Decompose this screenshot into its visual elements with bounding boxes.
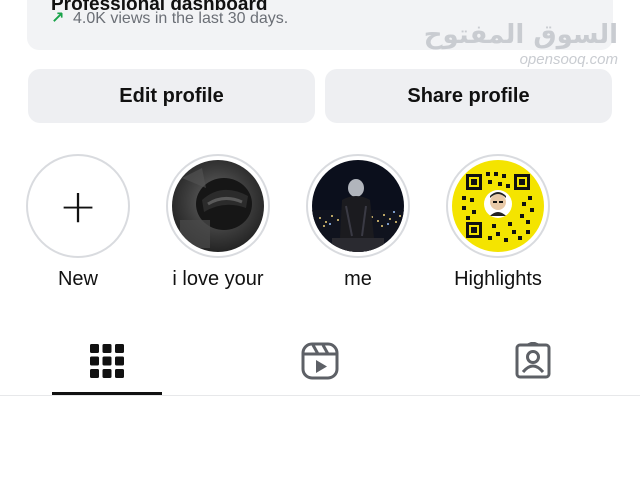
edit-profile-button[interactable]: Edit profile (28, 69, 315, 123)
highlight-ring[interactable] (306, 154, 410, 258)
highlight-label: Highlights (454, 268, 542, 290)
watermark-arabic: السوق المفتوح (423, 20, 618, 50)
share-profile-button[interactable]: Share profile (325, 69, 612, 123)
highlight-ring[interactable]: + (26, 154, 130, 258)
trend-up-icon: ↗ (51, 10, 65, 27)
tab-reels[interactable] (265, 336, 375, 386)
qr-code-photo (452, 160, 544, 252)
highlight-me[interactable]: me (288, 154, 428, 291)
highlight-label: i love your (172, 268, 264, 290)
highlight-label: New (57, 268, 98, 290)
tab-tagged[interactable] (478, 336, 588, 386)
dashboard-views: ↗ 4.0K views in the last 30 days. (51, 8, 288, 28)
reels-icon (301, 342, 339, 380)
tab-grid[interactable] (52, 336, 162, 386)
highlight-ring[interactable] (166, 154, 270, 258)
highlight-label: me (344, 268, 372, 290)
profile-screen: Professional dashboard ↗ 4.0K views in th… (0, 0, 640, 480)
highlight-highlights[interactable]: Highlights (428, 154, 568, 291)
watermark: السوق المفتوح opensooq.com (424, 22, 618, 67)
highlight-i-love-your[interactable]: i love your (148, 154, 288, 291)
highlight-new[interactable]: + New (8, 154, 148, 291)
grid-icon (90, 344, 124, 378)
watermark-english: opensooq.com (519, 51, 618, 68)
tab-divider (0, 395, 640, 396)
views-text: 4.0K views in the last 30 days. (73, 10, 289, 27)
highlight-ring[interactable] (446, 154, 550, 258)
night-city-photo (312, 160, 404, 252)
helmet-photo (172, 160, 264, 252)
plus-icon: + (58, 179, 98, 233)
tagged-person-icon (515, 342, 551, 379)
